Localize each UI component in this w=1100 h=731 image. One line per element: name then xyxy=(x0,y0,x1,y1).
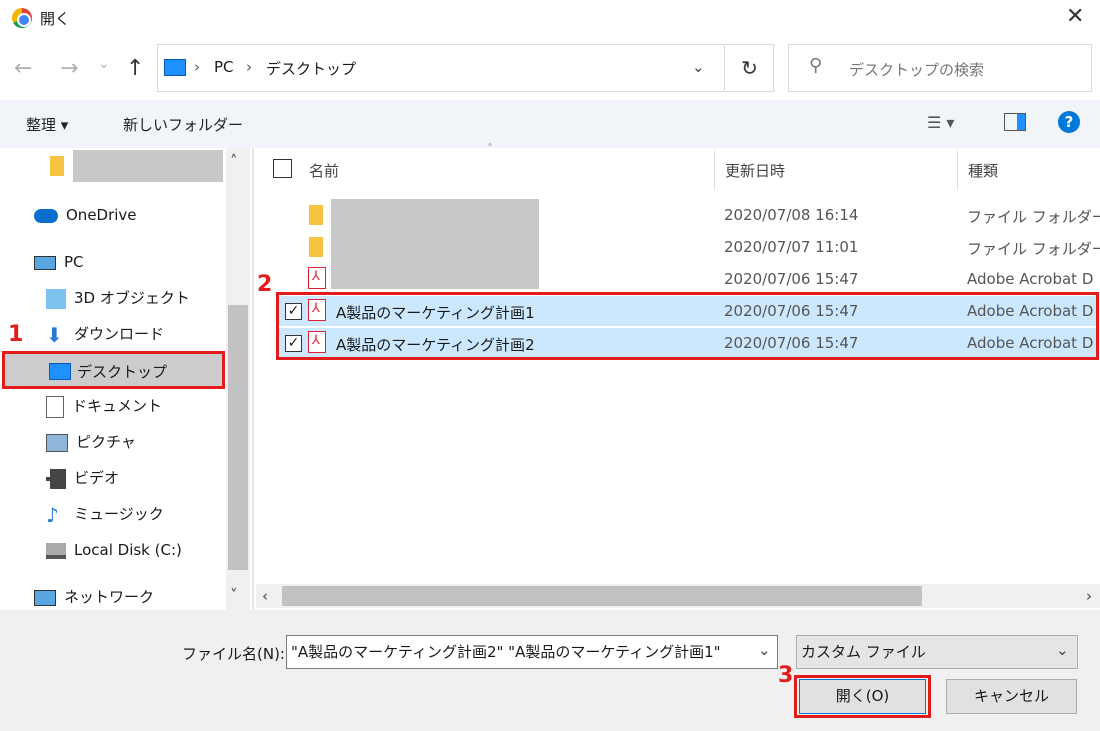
organize-button[interactable]: 整理 ▾ xyxy=(26,114,68,135)
column-header-name[interactable]: 名前 xyxy=(309,160,339,181)
file-type: ファイル フォルダー xyxy=(967,240,1100,258)
column-header-date[interactable]: 更新日時 xyxy=(725,160,785,181)
help-icon[interactable]: ? xyxy=(1058,111,1080,133)
sidebar-item-label: PC xyxy=(64,253,84,271)
sort-ascending-icon: ˄ xyxy=(487,142,493,156)
search-icon: ⚲ xyxy=(809,55,823,76)
cancel-button[interactable]: キャンセル xyxy=(946,679,1077,714)
sidebar-item-desktop[interactable]: デスクトップ xyxy=(2,351,225,389)
picture-icon xyxy=(46,433,68,452)
window-title: 開く xyxy=(40,10,71,28)
video-icon xyxy=(46,468,66,489)
open-button[interactable]: 開く(O) xyxy=(799,679,926,714)
sidebar-item-label: OneDrive xyxy=(66,206,137,224)
breadcrumb-pc[interactable]: PC xyxy=(214,58,234,76)
view-options-icon[interactable]: ☰ ▾ xyxy=(927,113,954,132)
redacted-file-names xyxy=(331,199,539,289)
scroll-down-icon[interactable]: ˅ xyxy=(230,586,238,604)
refresh-button[interactable]: ↻ xyxy=(726,44,774,92)
sidebar-item-documents[interactable]: ドキュメント xyxy=(46,388,162,424)
sidebar-item-3d-objects[interactable]: 3D オブジェクト xyxy=(46,280,190,316)
step-marker-2: 2 xyxy=(257,272,273,297)
filter-dropdown-icon[interactable]: ⌄ xyxy=(1056,641,1069,659)
step-marker-1: 1 xyxy=(8,322,24,347)
file-date: 2020/07/07 11:01 xyxy=(724,238,859,256)
sidebar-item-label: ドキュメント xyxy=(72,397,163,415)
new-folder-button[interactable]: 新しいフォルダー xyxy=(123,114,243,135)
file-date: 2020/07/08 16:14 xyxy=(724,206,859,224)
breadcrumb-separator-icon: › xyxy=(246,58,252,76)
sidebar-item-onedrive[interactable]: OneDrive xyxy=(34,197,137,233)
scroll-left-icon[interactable]: ‹ xyxy=(262,587,268,605)
document-icon xyxy=(46,395,64,418)
sidebar-item-label: ピクチャ xyxy=(76,433,136,451)
pane-divider xyxy=(252,148,254,610)
sidebar-item-pictures[interactable]: ピクチャ xyxy=(46,424,136,460)
sidebar-item-label: デスクトップ xyxy=(77,363,168,381)
column-divider[interactable] xyxy=(957,150,958,190)
sidebar-item-music[interactable]: ♪ ミュージック xyxy=(46,496,164,532)
sidebar-scroll-thumb[interactable] xyxy=(228,305,248,570)
sidebar-item-label: ミュージック xyxy=(74,505,164,523)
breadcrumb-separator-icon: › xyxy=(194,58,200,76)
scroll-up-icon[interactable]: ˄ xyxy=(230,152,238,170)
music-icon: ♪ xyxy=(46,502,59,527)
file-date: 2020/07/06 15:47 xyxy=(724,270,859,288)
scroll-right-icon[interactable]: › xyxy=(1086,587,1092,605)
sidebar-item-label: Local Disk (C:) xyxy=(74,541,182,559)
back-arrow-icon[interactable]: ← xyxy=(14,56,32,81)
folder-icon xyxy=(309,237,323,257)
sidebar-item-pc[interactable]: PC xyxy=(34,244,84,280)
address-dropdown-icon[interactable]: ⌄ xyxy=(692,58,705,76)
search-placeholder: デスクトップの検索 xyxy=(849,61,985,79)
forward-arrow-icon[interactable]: → xyxy=(60,56,78,81)
folder-icon xyxy=(50,156,64,176)
cube-icon xyxy=(46,288,66,309)
horizontal-scroll-thumb[interactable] xyxy=(282,586,922,606)
column-header-type[interactable]: 種類 xyxy=(968,160,998,181)
sidebar-item-downloads[interactable]: ⬇ ダウンロード xyxy=(46,316,164,352)
close-icon[interactable]: ✕ xyxy=(1066,4,1084,29)
download-icon: ⬇ xyxy=(46,322,63,347)
filename-input[interactable]: "A製品のマーケティング計画2" "A製品のマーケティング計画1" xyxy=(286,635,778,669)
sidebar-item-label: ダウンロード xyxy=(74,325,165,343)
file-type-filter-select[interactable]: カスタム ファイル xyxy=(796,635,1078,669)
sidebar-item-label: 3D オブジェクト xyxy=(74,289,190,307)
address-bar[interactable]: › PC › デスクトップ ⌄ xyxy=(157,44,725,92)
select-all-checkbox[interactable] xyxy=(273,159,292,178)
title-bar xyxy=(0,0,1100,36)
cloud-icon xyxy=(34,208,58,223)
file-type: ファイル フォルダー xyxy=(967,208,1100,226)
desktop-icon xyxy=(164,59,186,76)
drive-icon xyxy=(46,542,66,559)
computer-icon xyxy=(34,255,56,270)
step-marker-3: 3 xyxy=(778,663,794,688)
file-type: Adobe Acrobat D xyxy=(967,270,1094,288)
redacted-folder-name[interactable] xyxy=(73,150,223,182)
folder-icon xyxy=(309,205,323,225)
sidebar-item-label: ビデオ xyxy=(74,469,120,487)
highlight-box xyxy=(276,292,1099,360)
sidebar-item-label: ネットワーク xyxy=(64,588,155,606)
pdf-icon xyxy=(308,267,326,289)
breadcrumb-desktop[interactable]: デスクトップ xyxy=(266,58,356,79)
chrome-icon xyxy=(12,8,32,28)
up-arrow-icon[interactable]: ↑ xyxy=(126,56,144,81)
dialog-footer xyxy=(0,610,1100,731)
filename-label: ファイル名(N): xyxy=(182,645,285,663)
network-icon xyxy=(34,589,56,606)
preview-pane-icon[interactable] xyxy=(1004,113,1026,131)
search-input[interactable]: ⚲ デスクトップの検索 xyxy=(788,44,1092,92)
sidebar-item-local-disk[interactable]: Local Disk (C:) xyxy=(46,532,182,568)
column-divider[interactable] xyxy=(714,150,715,190)
history-chevron-icon[interactable]: ⌄ xyxy=(98,56,110,72)
sidebar-item-videos[interactable]: ビデオ xyxy=(46,460,119,496)
filename-dropdown-icon[interactable]: ⌄ xyxy=(758,641,771,659)
desktop-icon xyxy=(49,363,71,380)
